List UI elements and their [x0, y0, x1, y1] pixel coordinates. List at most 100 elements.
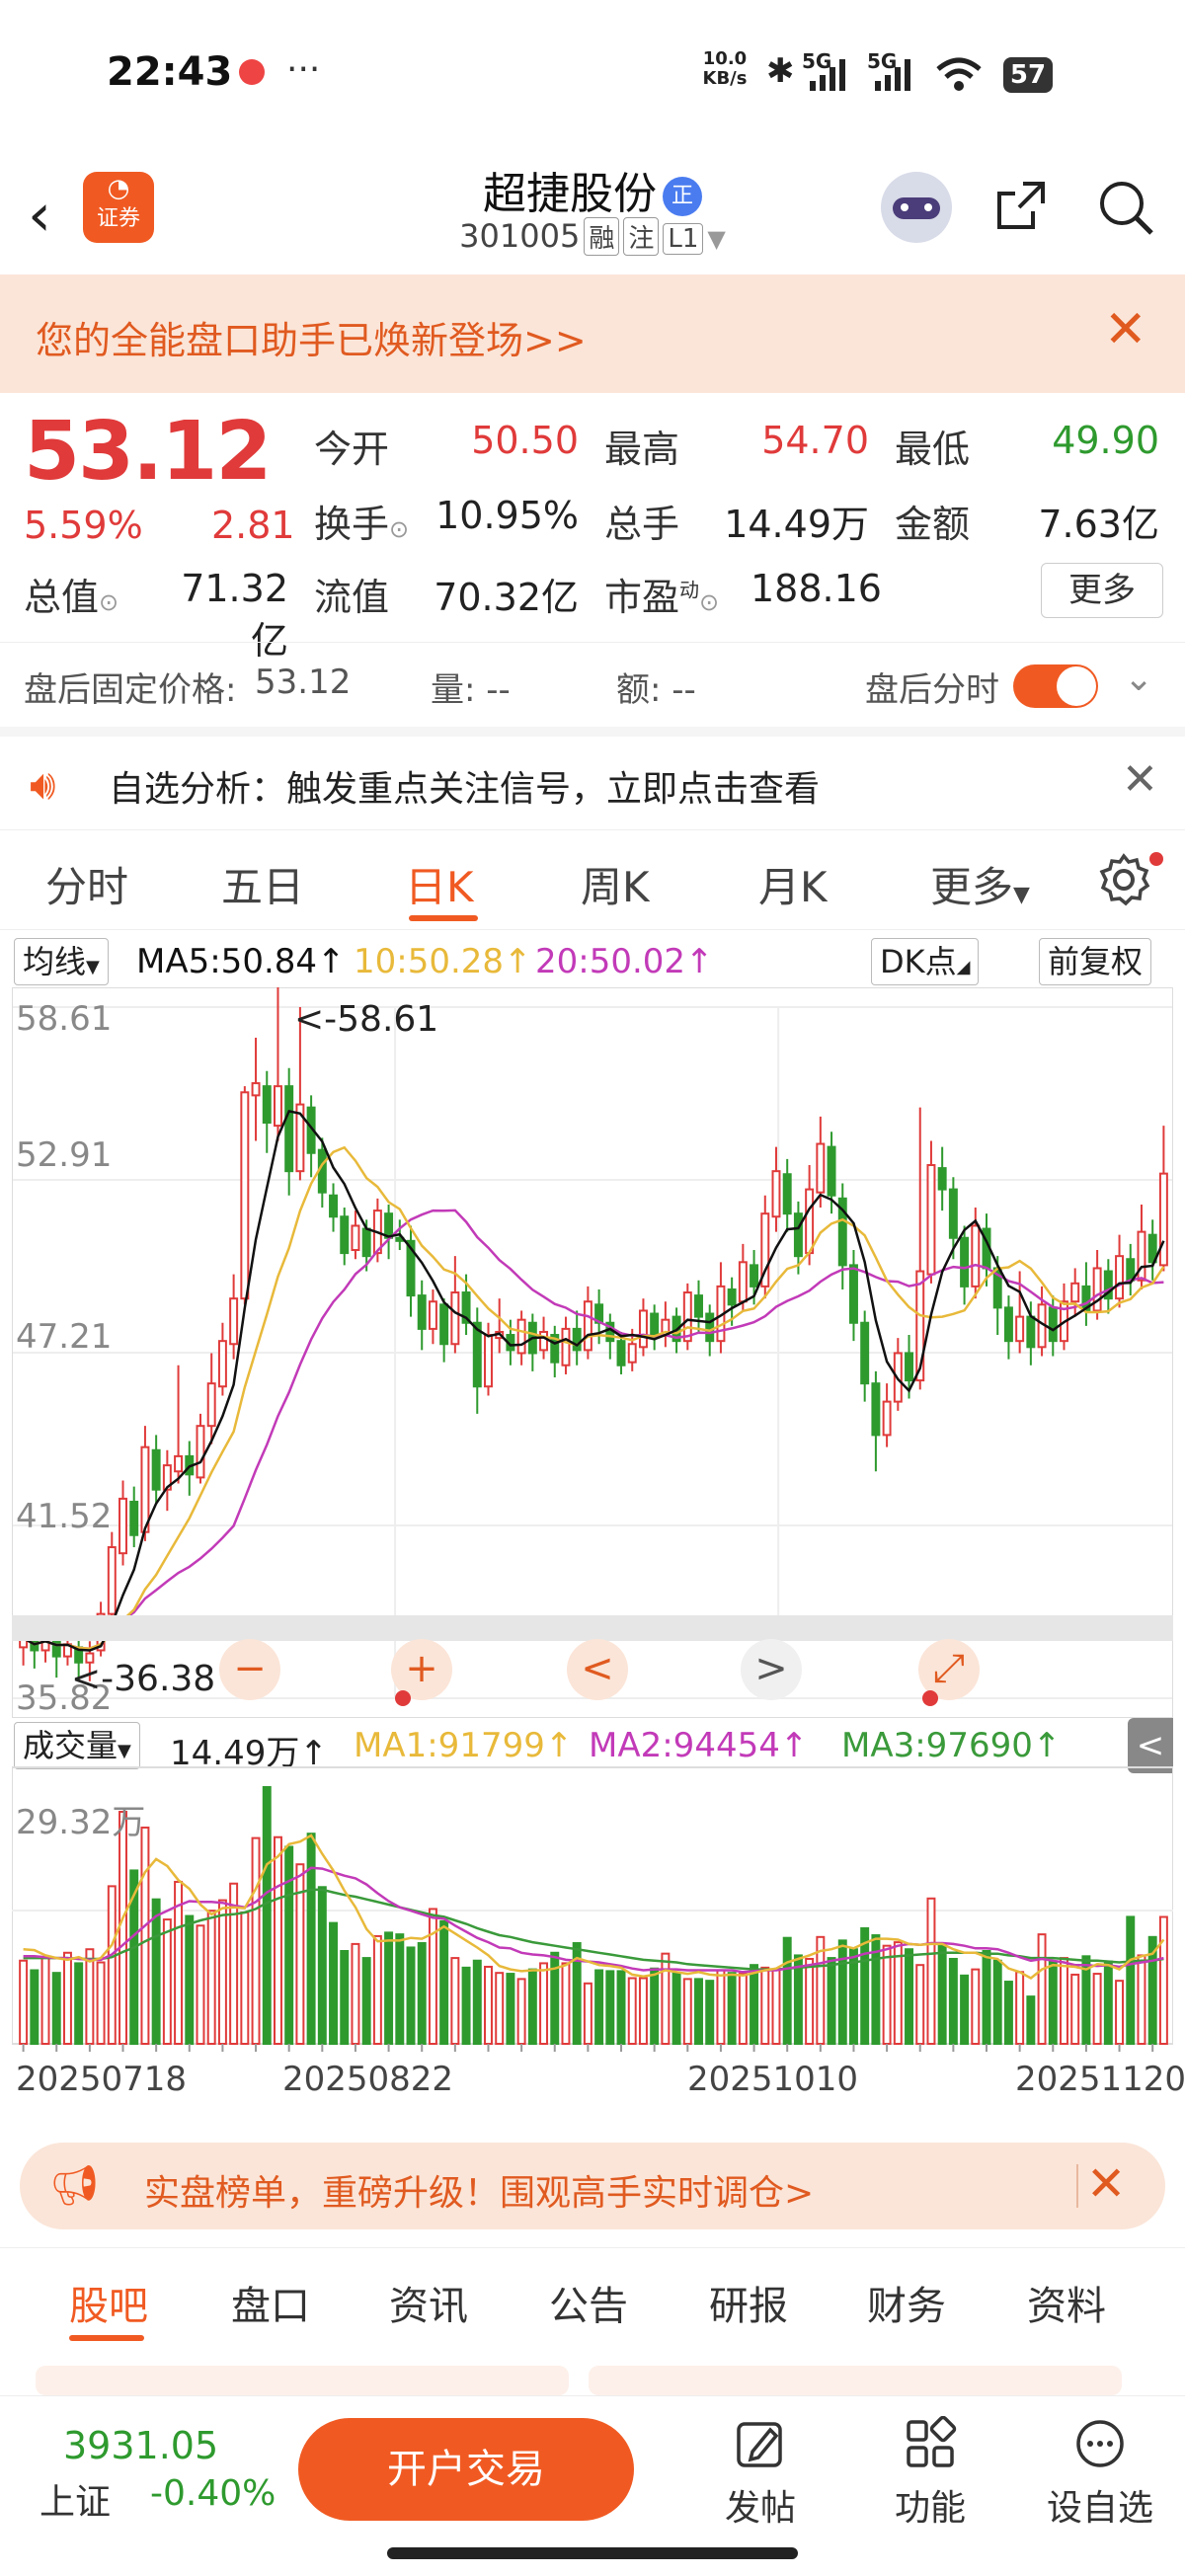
candle-up: [1158, 1172, 1168, 1267]
functions-button[interactable]: 功能: [871, 2416, 989, 2531]
expand-chevron-icon[interactable]: ⌄: [1124, 659, 1153, 699]
watchlist-label: 设自选: [1046, 2488, 1153, 2529]
open-value: 50.50: [471, 419, 579, 462]
index-name[interactable]: 上证: [40, 2473, 111, 2525]
candle-up: [926, 1164, 936, 1276]
volume-chart[interactable]: [12, 1718, 1173, 2054]
volume-bar-down: [1126, 1915, 1136, 2045]
dk-point-button[interactable]: DK点◢: [871, 938, 980, 985]
more-quote-button[interactable]: 更多: [1041, 563, 1163, 618]
candlestick-chart[interactable]: [12, 987, 1173, 1718]
tab-guba[interactable]: 股吧: [69, 2274, 148, 2331]
volume-bar-up: [240, 1911, 250, 2045]
volume-bar-down: [439, 1919, 449, 2045]
candle-down: [340, 1215, 350, 1255]
ad-text[interactable]: 实盘榜单，重磅升级！围观高手实时调仓>: [144, 2164, 814, 2216]
candle-up: [229, 1297, 239, 1346]
tab-financials[interactable]: 财务: [867, 2274, 946, 2331]
amount-value: 7.63亿: [1038, 503, 1159, 546]
ad-close-icon[interactable]: ✕: [1086, 2156, 1126, 2212]
tab-profile[interactable]: 资料: [1027, 2274, 1106, 2331]
volume-bar-down: [937, 1942, 947, 2046]
volume-bar-up: [484, 1965, 493, 2045]
x-axis-label: 20251120: [1015, 2060, 1185, 2099]
volume-bar-down: [506, 1973, 515, 2045]
volume-bar-up: [1115, 1980, 1125, 2046]
ma20-line: [23, 1209, 1164, 1650]
volume-bar-up: [495, 1972, 505, 2046]
after-hours-timeshare-label: 盘后分时: [865, 670, 999, 710]
turnover-label: 换手⊙: [314, 494, 409, 548]
home-indicator[interactable]: [387, 2547, 798, 2559]
high-label: 最高: [604, 428, 680, 471]
ma10-value: 10:50.28↑: [354, 942, 532, 981]
candle-down: [616, 1340, 626, 1366]
volume-bar-up: [1158, 1915, 1168, 2045]
chart-scroll-track[interactable]: [12, 1615, 1173, 1641]
volume-bar-up: [1037, 1933, 1047, 2045]
post-button[interactable]: 发帖: [701, 2416, 820, 2531]
y-tick-label: 52.91: [16, 1135, 113, 1175]
indicator-caret-icon: ▼: [86, 957, 100, 977]
tab-news[interactable]: 资讯: [389, 2274, 468, 2331]
stock-header: ‹ ◔ 证券 超捷股份正 301005 融注 L1 ▼: [0, 148, 1185, 275]
volume-bar-up: [140, 1826, 150, 2045]
candle-up: [140, 1445, 150, 1533]
tab-timeshare[interactable]: 分时: [45, 854, 128, 914]
volume-bar-down: [306, 1833, 316, 2045]
candle-down: [694, 1294, 703, 1318]
tab-daily-k[interactable]: 日K: [405, 854, 474, 914]
mktcap-label-text: 总值: [24, 576, 100, 619]
volume-bar-up: [1060, 1957, 1068, 2045]
add-watchlist-button[interactable]: 设自选: [1041, 2416, 1159, 2531]
watchlist-notice[interactable]: 🔊︎ 自选分析：触发重点关注信号，立即点击查看 ✕: [0, 727, 1185, 831]
tab-five-day[interactable]: 五日: [221, 854, 304, 914]
candle-up: [771, 1170, 781, 1218]
tab-order-book[interactable]: 盘口: [231, 2274, 310, 2331]
high-marker: <-58.61: [294, 999, 439, 1040]
gear-icon[interactable]: [1096, 852, 1151, 907]
volume-bar-down: [550, 1951, 560, 2045]
open-account-trade-button[interactable]: 开户交易: [298, 2418, 634, 2521]
ma5-line: [23, 1109, 1165, 1652]
candle-up: [583, 1300, 592, 1352]
volume-bar-down: [694, 1978, 703, 2046]
index-change[interactable]: -0.40%: [150, 2473, 276, 2514]
tab-weekly-k[interactable]: 周K: [581, 854, 650, 914]
notice-close-icon[interactable]: ✕: [1122, 754, 1158, 805]
turnover-info-icon[interactable]: ⊙: [389, 515, 409, 543]
tab-more[interactable]: 更多▼: [930, 854, 1030, 914]
tab-research[interactable]: 研报: [709, 2274, 788, 2331]
pe-info-icon[interactable]: ⊙: [699, 588, 719, 616]
after-hours-toggle[interactable]: [1013, 664, 1098, 708]
volume-bar-down: [705, 1980, 715, 2046]
candle-down: [848, 1264, 858, 1324]
adjust-button[interactable]: 前复权: [1039, 938, 1152, 985]
scroll-left-button[interactable]: <: [567, 1639, 628, 1700]
zoom-out-button[interactable]: −: [219, 1639, 280, 1700]
share-icon[interactable]: [993, 178, 1049, 233]
candle-up: [107, 1546, 117, 1615]
assistant-robot-icon[interactable]: [881, 172, 952, 243]
volume-bar-up: [971, 1968, 981, 2045]
post-label: 发帖: [724, 2488, 796, 2529]
candle-down: [284, 1085, 294, 1173]
search-icon[interactable]: [1096, 178, 1155, 237]
scroll-right-button[interactable]: >: [741, 1639, 802, 1700]
promo-text[interactable]: 您的全能盘口助手已焕新登场>>: [36, 310, 587, 364]
candle-up: [351, 1224, 360, 1252]
open-label: 今开: [314, 428, 390, 471]
notice-text[interactable]: 自选分析：触发重点关注信号，立即点击查看: [109, 760, 820, 812]
candle-down: [329, 1194, 339, 1218]
indicator-selector[interactable]: 均线▼: [14, 938, 109, 985]
index-value[interactable]: 3931.05: [63, 2424, 218, 2467]
volume-bar-up: [915, 1964, 925, 2045]
volume-bar-down: [284, 1845, 294, 2045]
volume-bar-down: [384, 1931, 394, 2045]
ranking-ad-banner[interactable]: 📢︎ 实盘榜单，重磅升级！围观高手实时调仓> ✕: [20, 2143, 1165, 2229]
tab-monthly-k[interactable]: 月K: [758, 854, 828, 914]
tab-announcements[interactable]: 公告: [549, 2274, 628, 2331]
promo-close-icon[interactable]: ✕: [1104, 300, 1147, 359]
mktcap-info-icon[interactable]: ⊙: [99, 588, 118, 616]
promo-banner[interactable]: 您的全能盘口助手已焕新登场>> ✕: [0, 274, 1185, 393]
